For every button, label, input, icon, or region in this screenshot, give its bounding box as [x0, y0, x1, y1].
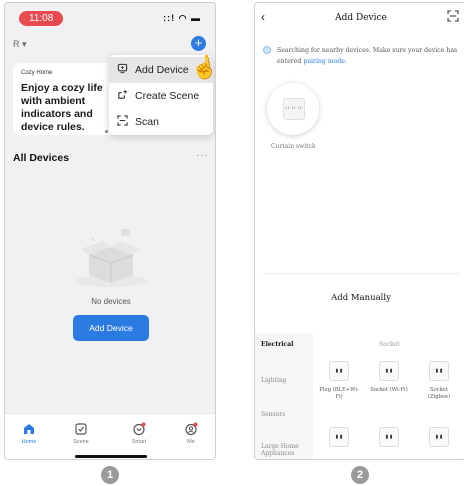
add-device-icon: [109, 63, 135, 77]
page-header: ‹ Add Device: [255, 3, 464, 33]
socket-icon: ▮ ▮: [379, 361, 399, 381]
device-socket-wifi[interactable]: ▮ ▮ Socket (Wi-Fi): [369, 361, 409, 394]
tap-hand-icon: ☝: [188, 52, 216, 83]
category-sensors[interactable]: Sensors: [261, 411, 311, 418]
pairing-mode-link[interactable]: pairing mode: [303, 58, 345, 65]
category-lighting[interactable]: Lighting: [261, 377, 311, 384]
category-sidebar: Electrical Lighting Sensors Large Home A…: [255, 333, 313, 459]
home-icon: [24, 424, 34, 434]
home-indicator: [75, 455, 147, 458]
device-socket-zigbee[interactable]: ▮ ▮ Socket (Zigbee): [419, 361, 459, 401]
socket-section-label: Socket: [379, 341, 400, 348]
page-title: Add Device: [335, 13, 387, 23]
status-bar: 11:08 ::! ◠ ▬: [5, 11, 215, 27]
me-icon: [185, 422, 198, 436]
carousel-dot: [105, 130, 108, 133]
socket-icon: ▮ ▮: [429, 427, 449, 447]
all-devices-heading: All Devices: [13, 152, 70, 164]
tab-label: Home: [21, 439, 37, 445]
device-name: Plug (BLE+Wi-Fi): [319, 387, 359, 400]
device-plug-ble-wifi[interactable]: ▮ ▮ Plug (BLE+Wi-Fi): [319, 361, 359, 401]
menu-item-label: Scan: [135, 116, 159, 128]
phone-home-screen: 11:08 ::! ◠ ▬ R ▾ + Cozy Home Enjoy a co…: [4, 2, 216, 460]
searching-text: Searching for nearby devices. Make sure …: [277, 47, 458, 65]
tab-label: Smart: [131, 439, 147, 445]
found-device-card[interactable]: II II II: [267, 83, 319, 135]
found-device-label: Curtain switch: [271, 143, 316, 150]
device-name: Socket (Zigbee): [427, 387, 451, 400]
socket-icon: ▮ ▮: [329, 427, 349, 447]
socket-icon: ▮ ▮: [429, 361, 449, 381]
menu-item-label: Add Device: [135, 64, 189, 76]
searching-notice: Searching for nearby devices. Make sure …: [263, 45, 461, 67]
add-manually-heading: Add Manually: [331, 293, 391, 303]
category-large-home-appliances[interactable]: Large Home Appliances: [261, 443, 311, 457]
tab-label: Scene: [73, 439, 89, 445]
tab-label: Me: [187, 439, 195, 445]
tab-me[interactable]: Me: [171, 422, 211, 445]
device-socket[interactable]: ▮ ▮: [419, 427, 459, 453]
add-plus-button[interactable]: +: [191, 36, 206, 51]
status-time: 11:08: [19, 11, 64, 26]
step-marker-1: 1: [101, 466, 119, 484]
device-name: Socket (Wi-Fi): [370, 387, 408, 393]
menu-item-create-scene[interactable]: Create Scene: [109, 83, 213, 109]
empty-state-text: No devices: [91, 297, 131, 306]
empty-box-icon: [71, 225, 151, 289]
bottom-tab-bar: Home Scene Smart Me: [5, 413, 215, 459]
scene-icon: [75, 423, 87, 435]
searching-spinner-icon: [263, 46, 271, 54]
smart-icon: [133, 422, 146, 436]
scan-icon[interactable]: [447, 10, 459, 22]
tab-smart[interactable]: Smart: [119, 422, 159, 445]
divider: [263, 273, 459, 274]
status-icons: ::! ◠ ▬: [163, 13, 201, 23]
tab-scene[interactable]: Scene: [61, 422, 101, 445]
category-electrical[interactable]: Electrical: [261, 341, 311, 348]
device-socket[interactable]: ▮ ▮: [369, 427, 409, 453]
more-options-button[interactable]: ···: [196, 150, 209, 161]
menu-item-scan[interactable]: Scan: [109, 109, 213, 135]
socket-icon: ▮ ▮: [329, 361, 349, 381]
phone-add-device-screen: ‹ Add Device Searching for nearby device…: [254, 2, 464, 460]
device-socket[interactable]: ▮ ▮: [319, 427, 359, 453]
step-marker-2: 2: [351, 466, 369, 484]
add-device-button[interactable]: Add Device: [73, 315, 149, 341]
menu-item-label: Create Scene: [135, 90, 200, 102]
curtain-switch-icon: II II II: [283, 98, 305, 120]
home-selector[interactable]: R ▾: [13, 39, 27, 50]
scan-icon: [109, 115, 135, 129]
create-scene-icon: [109, 89, 135, 103]
socket-icon: ▮ ▮: [379, 427, 399, 447]
tab-home[interactable]: Home: [9, 422, 49, 445]
